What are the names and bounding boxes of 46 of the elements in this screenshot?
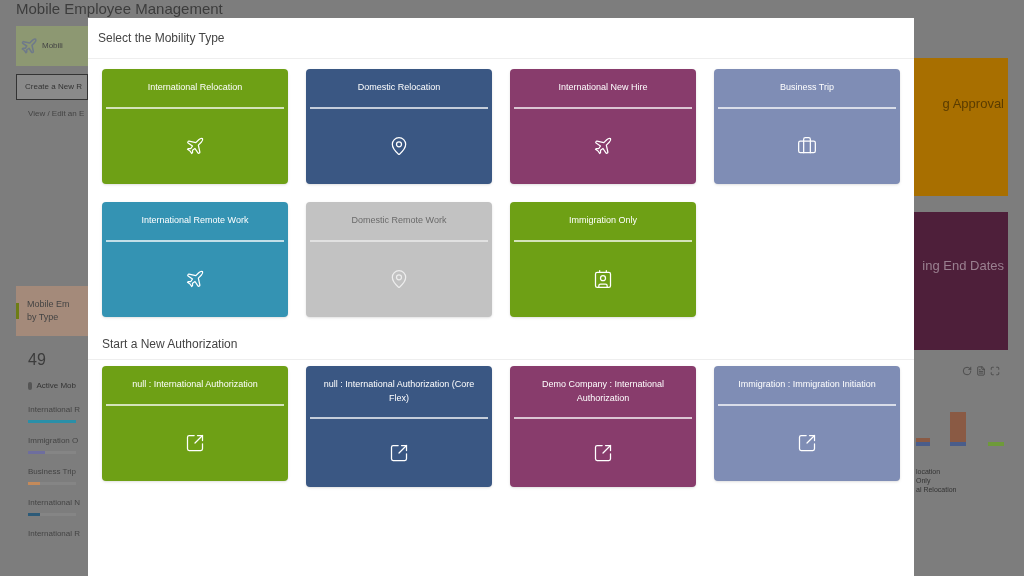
card-title: Business Trip — [718, 69, 896, 109]
card-title: International New Hire — [514, 69, 692, 109]
tile-label: Mobili — [42, 40, 63, 52]
plane-icon — [185, 136, 205, 157]
authorization-card[interactable]: Demo Company : International Authorization — [510, 366, 696, 487]
plane-icon — [185, 269, 205, 290]
summary-subtitle: by Type — [27, 311, 60, 324]
card-title: Immigration Only — [514, 202, 692, 242]
mobility-type-card[interactable]: International Remote Work — [102, 202, 288, 317]
card-title: International Relocation — [106, 69, 284, 109]
card-title: Immigration : Immigration Initiation — [718, 366, 896, 406]
card-title: International Remote Work — [106, 202, 284, 242]
authorization-card[interactable]: null : International Authorization — [102, 366, 288, 481]
map-pin-icon — [389, 269, 409, 290]
plane-icon — [20, 37, 38, 55]
mobility-type-card[interactable]: International Relocation — [102, 69, 288, 184]
section-title: Start a New Authorization — [88, 317, 914, 360]
authorization-card[interactable]: null : International Authorization (Core Flex) — [306, 366, 492, 487]
mobility-type-card[interactable]: Domestic Relocation — [306, 69, 492, 184]
summary-title: Mobile Em — [27, 297, 70, 311]
mobility-type-card[interactable]: Immigration Only — [510, 202, 696, 317]
card-title: Demo Company : International Authorization — [514, 366, 692, 419]
map-pin-icon — [389, 136, 409, 157]
card-title: Domestic Remote Work — [310, 202, 488, 242]
page-title: Mobile Employee Management — [16, 0, 224, 17]
authorization-card[interactable]: Immigration : Immigration Initiation — [714, 366, 900, 481]
count-label: Active Mob — [36, 380, 76, 392]
create-button[interactable]: Create a New R — [16, 74, 88, 100]
id-badge-icon — [593, 269, 613, 290]
mobility-type-card[interactable]: International New Hire — [510, 69, 696, 184]
external-link-icon — [593, 443, 613, 463]
card-title: Domestic Relocation — [310, 69, 488, 109]
accent-bar — [16, 303, 19, 319]
expand-icon[interactable] — [990, 366, 1000, 376]
refresh-icon[interactable] — [962, 366, 972, 376]
card-title: null : International Authorization — [106, 366, 284, 406]
mobility-type-card[interactable]: Business Trip — [714, 69, 900, 184]
external-link-icon — [797, 433, 817, 454]
mobility-tile[interactable]: Mobili — [16, 26, 88, 66]
card-title: null : International Authorization (Core Flex) — [310, 366, 488, 419]
document-icon[interactable] — [976, 366, 986, 376]
plane-icon — [593, 136, 613, 157]
active-count: 49 — [27, 350, 47, 370]
external-link-icon — [389, 443, 409, 463]
dialog-title: Select the Mobility Type — [88, 18, 914, 59]
external-link-icon — [185, 433, 205, 454]
